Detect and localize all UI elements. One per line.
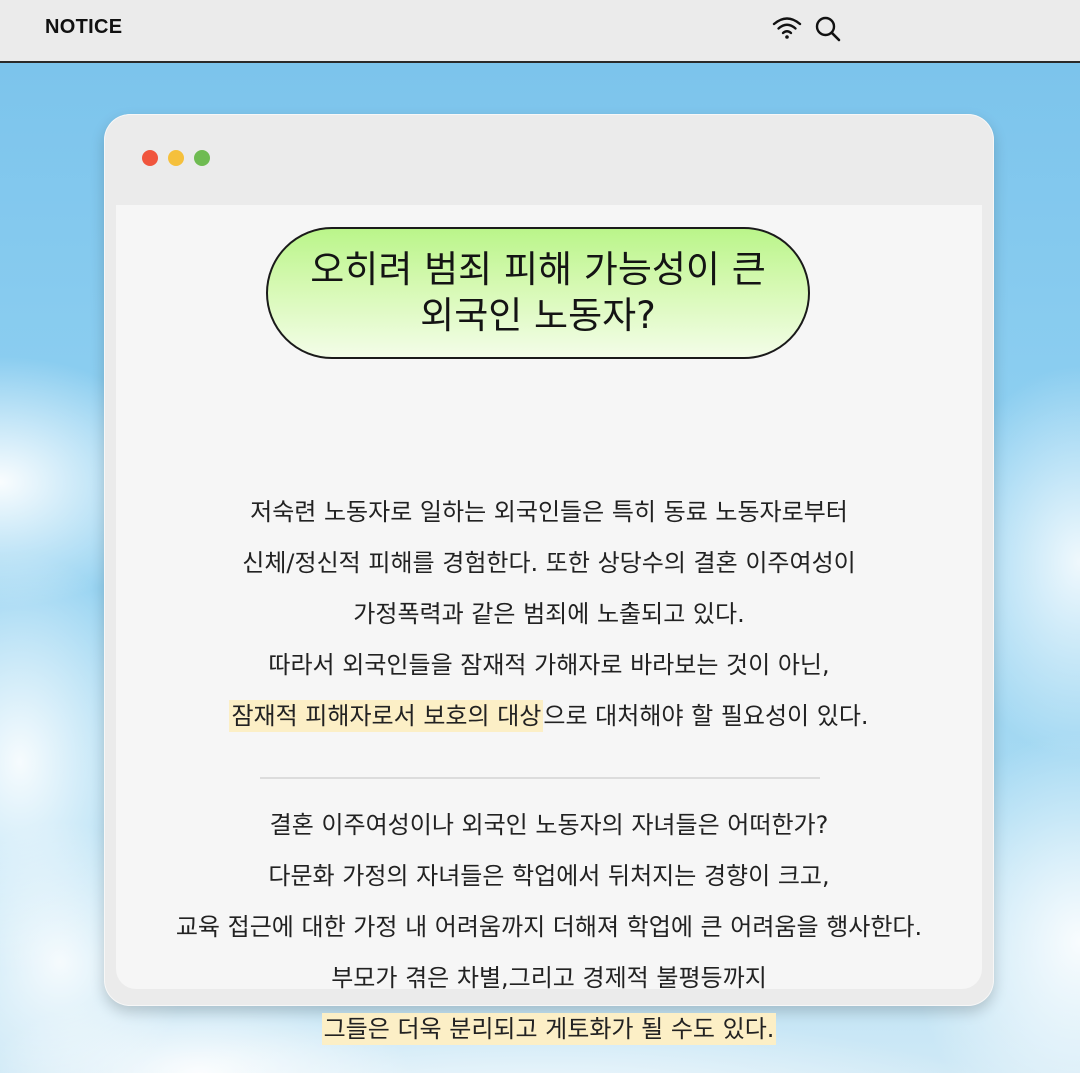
window-content: 오히려 범죄 피해 가능성이 큰 외국인 노동자? 저숙련 노동자로 일하는 외… xyxy=(116,205,982,1045)
para2-highlight: 그들은 더욱 분리되고 게토화가 될 수도 있다. xyxy=(321,1013,777,1045)
para2-line-1: 결혼 이주여성이나 외국인 노동자의 자녀들은 어떠한가? xyxy=(269,811,829,839)
maximize-dot[interactable] xyxy=(194,150,210,166)
paragraph-1: 저숙련 노동자로 일하는 외국인들은 특히 동료 노동자로부터 신체/정신적 피… xyxy=(116,487,982,742)
heading-line-1: 오히려 범죄 피해 가능성이 큰 xyxy=(310,248,766,291)
heading-line-2: 외국인 노동자? xyxy=(420,294,656,337)
para2-line-4: 부모가 겪은 차별,그리고 경제적 불평등까지 xyxy=(331,964,767,992)
app-title: NOTICE xyxy=(45,16,123,38)
top-bar: NOTICE xyxy=(0,0,1080,63)
para1-line-5: 잠재적 피해자로서 보호의 대상으로 대처해야 할 필요성이 있다. xyxy=(116,691,982,742)
para1-line-1: 저숙련 노동자로 일하는 외국인들은 특히 동료 노동자로부터 xyxy=(250,498,848,526)
para1-line-4: 따라서 외국인들을 잠재적 가해자로 바라보는 것이 아닌, xyxy=(268,651,830,679)
para2-line-5: 그들은 더욱 분리되고 게토화가 될 수도 있다. xyxy=(116,1004,982,1055)
para1-highlight: 잠재적 피해자로서 보호의 대상 xyxy=(229,700,544,732)
close-dot[interactable] xyxy=(142,150,158,166)
notice-window: 오히려 범죄 피해 가능성이 큰 외국인 노동자? 저숙련 노동자로 일하는 외… xyxy=(104,114,994,1045)
wifi-icon[interactable] xyxy=(772,15,802,41)
para1-line-2: 신체/정신적 피해를 경험한다. 또한 상당수의 결혼 이주여성이 xyxy=(242,549,856,577)
minimize-dot[interactable] xyxy=(168,150,184,166)
search-icon[interactable] xyxy=(814,15,842,43)
heading-pill: 오히려 범죄 피해 가능성이 큰 외국인 노동자? xyxy=(266,227,810,359)
para1-line-5-rest: 으로 대처해야 할 필요성이 있다. xyxy=(543,702,869,730)
section-divider xyxy=(260,777,820,779)
paragraph-2: 결혼 이주여성이나 외국인 노동자의 자녀들은 어떠한가? 다문화 가정의 자녀… xyxy=(116,800,982,1055)
para2-line-3: 교육 접근에 대한 가정 내 어려움까지 더해져 학업에 큰 어려움을 행사한다… xyxy=(175,913,923,941)
para1-line-3: 가정폭력과 같은 범죄에 노출되고 있다. xyxy=(353,600,745,628)
para2-line-2: 다문화 가정의 자녀들은 학업에서 뒤처지는 경향이 크고, xyxy=(268,862,830,890)
